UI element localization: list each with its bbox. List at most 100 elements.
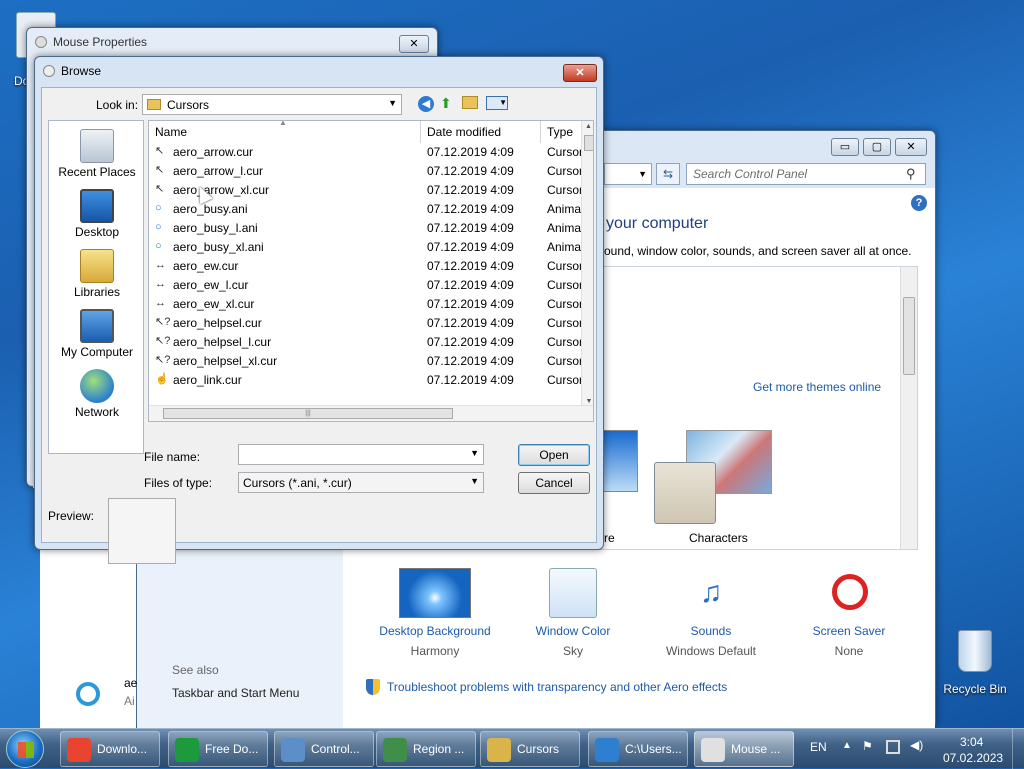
recycle-bin-label: Recycle Bin: [943, 682, 1007, 696]
scroll-down-arrow-icon[interactable]: ▼: [582, 398, 593, 405]
clock-date[interactable]: 07.02.2023: [943, 751, 1003, 765]
look-in-label: Look in:: [96, 98, 139, 112]
browse-dialog[interactable]: Browse ✕ Look in: Cursors ▼ ◀ ⬆ ▼ Recent…: [34, 56, 604, 564]
theme-gallery-scrollbar[interactable]: [900, 267, 917, 549]
taskbar-item-label: Cursors: [517, 742, 560, 756]
get-more-themes-link[interactable]: Get more themes online: [753, 380, 881, 394]
taskbar-item-label: Mouse ...: [731, 742, 781, 756]
back-icon[interactable]: ◀: [418, 96, 434, 112]
taskbar-app-icon: [67, 738, 91, 762]
file-row[interactable]: ↔ aero_ew_xl.cur 07.12.2019 4:09 Cursor: [149, 295, 583, 314]
vertical-scrollbar[interactable]: ▲ ▼: [581, 121, 593, 405]
scroll-up-arrow-icon[interactable]: ▲: [582, 121, 593, 133]
network-tray-icon[interactable]: [886, 740, 900, 754]
file-row[interactable]: ↖ aero_arrow_xl.cur 07.12.2019 4:09 Cursor: [149, 181, 584, 200]
chevron-down-icon: ▼: [388, 98, 397, 108]
file-type-cell: Cursor: [547, 183, 584, 197]
recycle-bin[interactable]: Recycle Bin: [940, 628, 1010, 698]
taskbar-item[interactable]: Region ...: [376, 731, 476, 767]
browse-title: Browse: [61, 64, 102, 78]
file-row[interactable]: ☝ aero_link.cur 07.12.2019 4:09 Cursor: [149, 371, 583, 390]
taskbar-item[interactable]: Free Do...: [168, 731, 268, 767]
file-type-cell: Cursor: [547, 335, 584, 349]
window-color-item[interactable]: Window Color Sky: [516, 568, 630, 660]
browse-close-button[interactable]: ✕: [563, 64, 597, 82]
place-network[interactable]: Network: [49, 369, 145, 419]
file-date-cell: 07.12.2019 4:09: [427, 316, 514, 330]
chevron-down-icon: ▼: [470, 476, 479, 486]
file-date-cell: 07.12.2019 4:09: [427, 183, 514, 197]
taskbar-item[interactable]: Control...: [274, 731, 374, 767]
file-row[interactable]: ○ aero_busy_l.ani 07.12.2019 4:09 Anima: [149, 219, 581, 238]
taskbar-app-icon: [281, 738, 305, 762]
cp-close-button[interactable]: ✕: [895, 138, 927, 156]
taskbar: Downlo... Free Do... Control... Region ... C…: [0, 728, 1024, 769]
show-hidden-icons-icon[interactable]: ▲: [842, 740, 852, 751]
sounds-item[interactable]: ♫ Sounds Windows Default: [654, 568, 768, 660]
place-my-computer[interactable]: My Computer: [49, 309, 145, 359]
file-row[interactable]: ↔ aero_ew.cur 07.12.2019 4:09 Cursor: [149, 257, 583, 276]
horizontal-scrollbar[interactable]: |||: [149, 405, 593, 421]
screen-saver-item[interactable]: Screen Saver None: [794, 568, 904, 660]
taskbar-item[interactable]: Downlo...: [60, 731, 160, 767]
hscroll-thumb[interactable]: |||: [163, 408, 453, 419]
cp-minimize-button[interactable]: ▭: [831, 138, 859, 156]
place-libraries[interactable]: Libraries: [49, 249, 145, 299]
help-icon[interactable]: ?: [911, 195, 927, 211]
file-date-cell: 07.12.2019 4:09: [427, 164, 514, 178]
file-type-cell: Cursor: [547, 145, 584, 159]
open-button[interactable]: Open: [518, 444, 590, 466]
start-button[interactable]: [6, 730, 44, 768]
cancel-button[interactable]: Cancel: [518, 472, 590, 494]
desktop-background-item[interactable]: Desktop Background Harmony: [366, 568, 504, 660]
column-header-date[interactable]: Date modified: [421, 121, 541, 143]
clock-time[interactable]: 3:04: [960, 735, 983, 749]
mouse-icon: [35, 36, 47, 48]
cp-search-input[interactable]: Search Control Panel: [686, 163, 926, 185]
up-folder-icon[interactable]: ⬆: [440, 95, 452, 112]
characters-theme-thumbnail[interactable]: [654, 462, 716, 524]
file-row[interactable]: ○ aero_busy_xl.ani 07.12.2019 4:09 Anima: [149, 238, 581, 257]
scrollbar-thumb[interactable]: [584, 135, 593, 151]
taskbar-item[interactable]: C:\Users...: [588, 731, 688, 767]
place-label: Desktop: [74, 225, 120, 239]
file-row[interactable]: ○ aero_busy.ani 07.12.2019 4:09 Anima: [149, 200, 581, 219]
file-name-cell: aero_busy_xl.ani: [173, 240, 264, 254]
volume-icon[interactable]: ◀): [910, 738, 923, 752]
file-list[interactable]: Name ▲ Date modified Type ↖ aero_arrow.cu…: [148, 120, 594, 422]
troubleshoot-link[interactable]: Troubleshoot problems with transparency …: [387, 680, 727, 694]
file-row[interactable]: ↖ aero_arrow.cur 07.12.2019 4:09 Cursor: [149, 143, 584, 162]
file-row[interactable]: ↖ aero_arrow_l.cur 07.12.2019 4:09 Cursor: [149, 162, 583, 181]
view-menu-icon[interactable]: ▼: [486, 96, 508, 110]
new-folder-icon[interactable]: [462, 96, 478, 109]
computer-icon: [80, 309, 114, 343]
file-name-label: File name:: [144, 450, 201, 464]
recent-places-icon: [80, 129, 114, 163]
file-type-value: Cursors (*.ani, *.cur): [243, 476, 352, 490]
cp-address-dropdown[interactable]: ▼: [604, 163, 652, 185]
refresh-icon[interactable]: ⇆: [656, 163, 680, 185]
show-desktop-button[interactable]: [1012, 729, 1024, 769]
taskbar-start-menu-link[interactable]: Taskbar and Start Menu: [172, 686, 299, 700]
places-bar: Recent Places Desktop Libraries My Compu…: [48, 120, 144, 454]
mouse-properties-close-button[interactable]: ✕: [399, 35, 429, 53]
file-name-combobox[interactable]: ▼: [238, 444, 484, 465]
cp-heading: your computer: [606, 215, 709, 232]
place-recent-places[interactable]: Recent Places: [49, 129, 145, 179]
resize-cursor-icon: ↔: [155, 297, 166, 309]
scrollbar-thumb[interactable]: [903, 297, 915, 375]
file-row[interactable]: ↖? aero_helpsel.cur 07.12.2019 4:09 Cursor: [149, 314, 583, 333]
file-type-select[interactable]: Cursors (*.ani, *.cur) ▼: [238, 472, 484, 493]
look-in-select[interactable]: Cursors ▼: [142, 94, 402, 115]
action-center-flag-icon[interactable]: ⚑: [862, 739, 873, 753]
file-row[interactable]: ↖? aero_helpsel_l.cur 07.12.2019 4:09 Curso…: [149, 333, 584, 352]
cp-maximize-button[interactable]: ▢: [863, 138, 891, 156]
file-row[interactable]: ↔ aero_ew_l.cur 07.12.2019 4:09 Cursor: [149, 276, 583, 295]
taskbar-item[interactable]: Cursors: [480, 731, 580, 767]
file-row[interactable]: ↖? aero_helpsel_xl.cur 07.12.2019 4:09 Curs…: [149, 352, 583, 371]
language-indicator[interactable]: EN: [810, 740, 827, 754]
place-desktop[interactable]: Desktop: [49, 189, 145, 239]
help-cursor-icon: ↖?: [155, 316, 171, 328]
theme-thumbnail-1[interactable]: [602, 430, 638, 492]
taskbar-item[interactable]: Mouse ...: [694, 731, 794, 767]
